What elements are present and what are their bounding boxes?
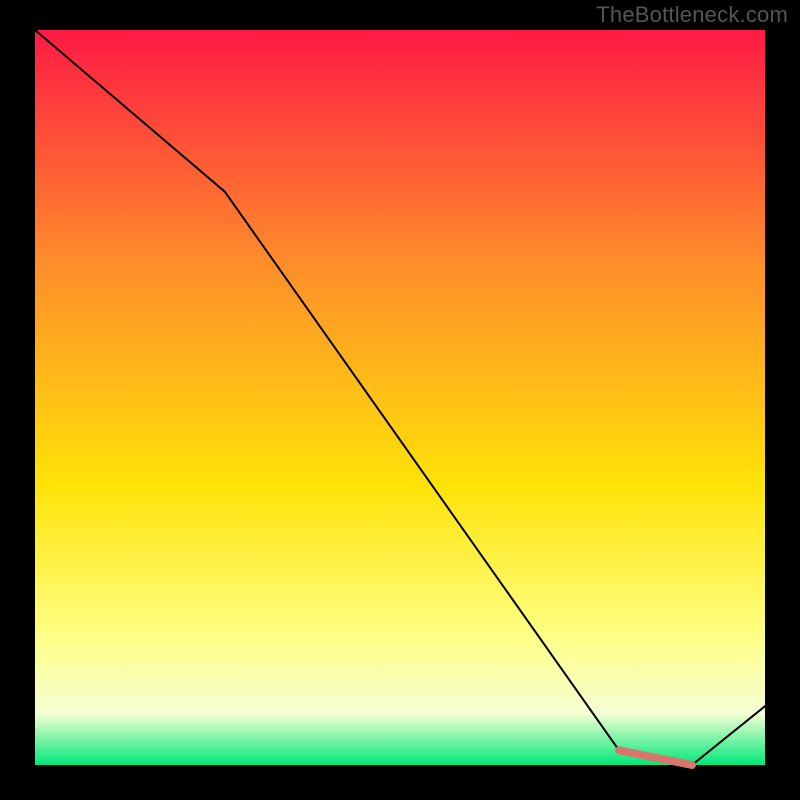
watermark-text: TheBottleneck.com xyxy=(596,2,788,28)
chart-frame: TheBottleneck.com xyxy=(0,0,800,800)
bottleneck-chart xyxy=(0,0,800,800)
gradient-background xyxy=(35,30,765,765)
